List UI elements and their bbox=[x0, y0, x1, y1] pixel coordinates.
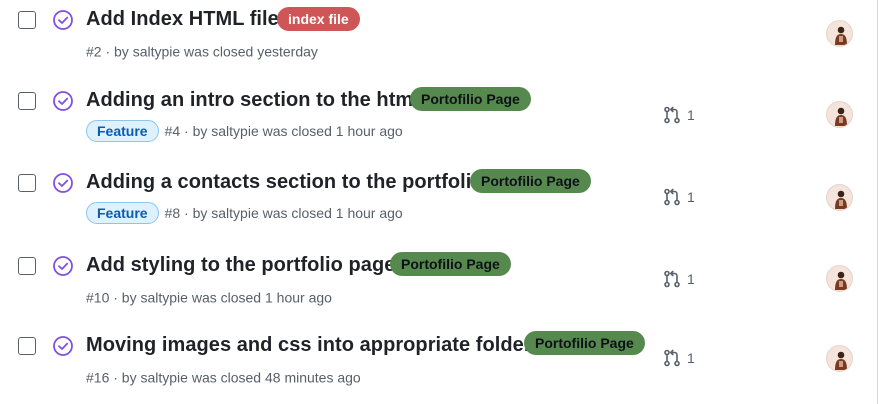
issue-title-link[interactable]: Adding an intro section to the html bbox=[86, 89, 419, 112]
issue-row: Add Index HTML file index file #2 · by s… bbox=[0, 0, 877, 82]
issue-closed-icon bbox=[53, 256, 73, 276]
linked-pull-request[interactable]: 1 bbox=[663, 269, 695, 289]
linked-pull-request[interactable]: 1 bbox=[663, 105, 695, 125]
issue-meta: #10 · by saltypie was closed 1 hour ago bbox=[86, 288, 332, 305]
issue-label[interactable]: Portofilio Page bbox=[524, 331, 645, 355]
issue-title-link[interactable]: Moving images and css into appropriate f… bbox=[86, 334, 543, 357]
issue-closed-icon bbox=[53, 173, 73, 193]
user-avatar[interactable] bbox=[826, 345, 853, 372]
issue-label[interactable]: Portofilio Page bbox=[390, 252, 511, 276]
user-avatar[interactable] bbox=[826, 265, 853, 292]
issue-checkbox[interactable] bbox=[18, 337, 36, 355]
issue-label[interactable]: index file bbox=[277, 7, 360, 31]
issue-meta: Feature #8 · by saltypie was closed 1 hou… bbox=[86, 202, 403, 224]
issue-meta-text: #16 · by saltypie was closed 48 minutes … bbox=[86, 369, 361, 386]
issue-meta: #2 · by saltypie was closed yesterday bbox=[86, 42, 318, 59]
user-avatar[interactable] bbox=[826, 101, 853, 128]
issue-closed-icon bbox=[53, 336, 73, 356]
issue-row: Adding a contacts section to the portfol… bbox=[0, 164, 877, 246]
issue-meta-text: #10 · by saltypie was closed 1 hour ago bbox=[86, 289, 332, 306]
pull-request-count: 1 bbox=[687, 189, 695, 205]
issue-row: Add styling to the portfolio page Portof… bbox=[0, 246, 877, 328]
issue-closed-icon bbox=[53, 10, 73, 30]
linked-pull-request[interactable]: 1 bbox=[663, 348, 695, 368]
avatar-image bbox=[835, 26, 847, 45]
pull-request-count: 1 bbox=[687, 271, 695, 287]
pull-request-icon bbox=[664, 106, 680, 124]
pull-request-icon bbox=[664, 270, 680, 288]
user-avatar[interactable] bbox=[826, 184, 853, 211]
issue-closed-icon bbox=[53, 91, 73, 111]
issue-meta-text: #4 · by saltypie was closed 1 hour ago bbox=[164, 123, 403, 139]
issue-label[interactable]: Portofilio Page bbox=[470, 169, 591, 193]
issue-meta-text: #8 · by saltypie was closed 1 hour ago bbox=[164, 205, 403, 221]
issue-title-link[interactable]: Add styling to the portfolio page bbox=[86, 254, 395, 277]
linked-pull-request[interactable]: 1 bbox=[663, 187, 695, 207]
issue-meta: #16 · by saltypie was closed 48 minutes … bbox=[86, 368, 361, 385]
avatar-image bbox=[835, 351, 847, 370]
avatar-image bbox=[835, 107, 847, 126]
issue-checkbox[interactable] bbox=[18, 174, 36, 192]
pull-request-icon bbox=[664, 188, 680, 206]
issue-list: Add Index HTML file index file #2 · by s… bbox=[0, 0, 878, 404]
issue-row: Adding an intro section to the html Port… bbox=[0, 82, 877, 164]
issue-checkbox[interactable] bbox=[18, 92, 36, 110]
issue-checkbox[interactable] bbox=[18, 11, 36, 29]
avatar-image bbox=[835, 271, 847, 290]
issue-title-link[interactable]: Add Index HTML file bbox=[86, 8, 279, 31]
issue-row: Moving images and css into appropriate f… bbox=[0, 326, 877, 404]
issue-meta: Feature #4 · by saltypie was closed 1 hou… bbox=[86, 120, 403, 142]
feature-label[interactable]: Feature bbox=[86, 202, 159, 224]
issue-meta-text: #2 · by saltypie was closed yesterday bbox=[86, 43, 318, 60]
pull-request-icon bbox=[664, 349, 680, 367]
pull-request-count: 1 bbox=[687, 350, 695, 366]
feature-label[interactable]: Feature bbox=[86, 120, 159, 142]
pull-request-count: 1 bbox=[687, 107, 695, 123]
user-avatar[interactable] bbox=[826, 20, 853, 47]
avatar-image bbox=[835, 190, 847, 209]
issue-label[interactable]: Portofilio Page bbox=[410, 87, 531, 111]
issue-title-link[interactable]: Adding a contacts section to the portfol… bbox=[86, 171, 484, 194]
issue-checkbox[interactable] bbox=[18, 257, 36, 275]
